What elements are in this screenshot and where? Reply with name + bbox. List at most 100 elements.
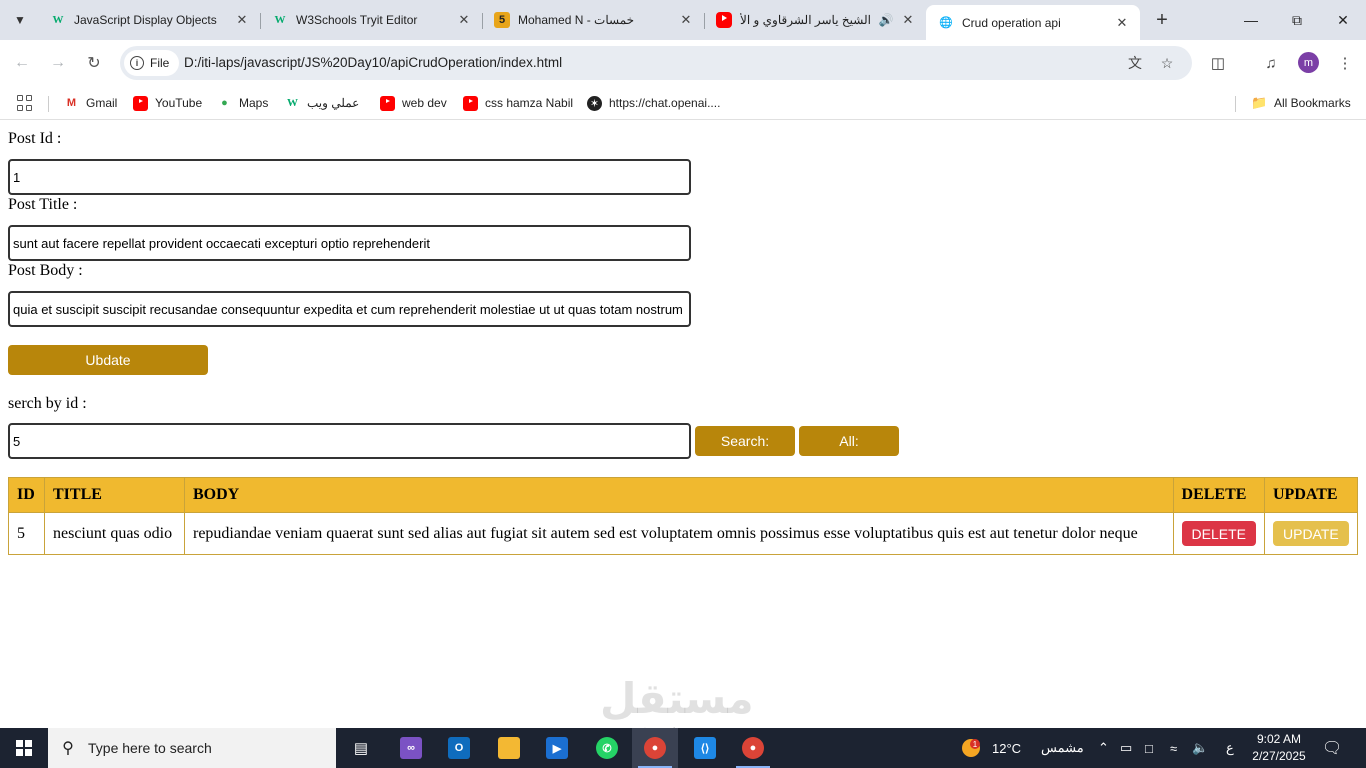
clock-date: 2/27/2025 <box>1252 749 1306 763</box>
taskbar-outlook[interactable]: O <box>436 728 482 768</box>
taskbar-search-box[interactable]: ⚲ Type here to search <box>48 728 336 768</box>
update-post-button[interactable]: Ubdate <box>8 345 208 375</box>
youtube-icon <box>380 95 395 111</box>
close-icon[interactable]: ✕ <box>1114 15 1130 31</box>
url-text[interactable]: D:/iti-laps/javascript/JS%20Day10/apiCru… <box>184 55 562 70</box>
youtube-icon <box>133 95 148 111</box>
bookmark-label: عملي ويب <box>307 96 360 110</box>
media-player-icon: ▶ <box>546 737 568 759</box>
search-id-input[interactable]: 5 <box>8 423 691 459</box>
extensions-icon[interactable]: ◫ <box>1207 52 1229 74</box>
taskbar-whatsapp[interactable]: ✆ <box>584 728 630 768</box>
bookmark-gmail[interactable]: M Gmail <box>64 94 117 112</box>
info-icon: i <box>130 56 144 70</box>
notification-icon[interactable]: 🗨 <box>1322 728 1342 768</box>
meet-now-icon[interactable]: □ <box>1145 728 1153 768</box>
task-view-icon: ▤ <box>353 740 369 757</box>
maps-pin-icon: ● <box>221 97 228 109</box>
post-body-label: Post Body : <box>8 262 83 279</box>
close-icon[interactable]: ✕ <box>456 12 472 28</box>
update-row-button[interactable]: UPDATE <box>1273 521 1349 546</box>
chevron-down-icon: ▼ <box>14 13 26 27</box>
bookmark-css-hamza-nabil[interactable]: css hamza Nabil <box>463 94 573 112</box>
chrome-icon: ● <box>644 737 666 759</box>
tab-title: Crud operation api <box>962 15 1061 30</box>
avatar[interactable]: m <box>1298 52 1319 73</box>
translate-icon[interactable]: 文 <box>1126 54 1144 72</box>
bookmark-amali-web[interactable]: W عملي ويب <box>285 94 359 112</box>
openai-icon: ✶ <box>587 95 602 111</box>
system-clock[interactable]: 9:02 AM 2/27/2025 <box>1248 731 1310 765</box>
bookmark-web-dev[interactable]: web dev <box>380 94 447 112</box>
post-id-label: Post Id : <box>8 130 62 147</box>
task-view-button[interactable]: ▤ <box>338 728 384 768</box>
apps-grid-icon[interactable] <box>17 95 33 111</box>
close-icon[interactable]: ✕ <box>234 12 250 28</box>
whatsapp-icon: ✆ <box>596 737 618 759</box>
back-button[interactable]: ← <box>10 51 34 75</box>
address-bar[interactable]: i File D:/iti-laps/javascript/JS%20Day10… <box>120 46 1192 80</box>
post-title-label: Post Title : <box>8 196 78 213</box>
taskbar-chrome[interactable]: ● <box>632 728 678 768</box>
new-tab-button[interactable]: + <box>1150 8 1174 32</box>
bookmark-maps[interactable]: ● Maps <box>217 94 268 112</box>
weather-widget[interactable]: 1 12°C مشمس <box>962 728 1084 768</box>
close-icon[interactable]: ✕ <box>678 12 694 28</box>
tab-youtube-video[interactable]: الشيخ ياسر الشرقاوي و الأ 🔊 ✕ <box>704 5 926 35</box>
taskbar-search-placeholder: Type here to search <box>88 740 212 756</box>
close-icon[interactable]: ✕ <box>900 12 916 28</box>
bookmark-chatgpt[interactable]: ✶ https://chat.openai.... <box>587 94 720 112</box>
tab-crud-operation-api[interactable]: 🌐 Crud operation api ✕ <box>926 5 1140 40</box>
search-button[interactable]: Search: <box>695 426 795 456</box>
page-content: Post Id : 1 Post Title : sunt aut facere… <box>0 121 1366 743</box>
start-button[interactable] <box>0 728 48 768</box>
tab-javascript-display-objects[interactable]: W JavaScript Display Objects ✕ <box>38 5 261 35</box>
battery-icon[interactable]: ▭ <box>1120 728 1132 768</box>
forward-button[interactable]: → <box>46 51 70 75</box>
post-body-input[interactable]: quia et suscipit suscipit recusandae con… <box>8 291 691 327</box>
site-info-chip[interactable]: i File <box>124 50 180 76</box>
bookmark-label: css hamza Nabil <box>485 96 574 110</box>
weather-text: مشمس <box>1041 740 1084 755</box>
taskbar-media-player[interactable]: ▶ <box>534 728 580 768</box>
post-id-input[interactable]: 1 <box>8 159 691 195</box>
minimize-button[interactable]: — <box>1228 0 1274 40</box>
post-title-input[interactable]: sunt aut facere repellat provident occae… <box>8 225 691 261</box>
all-bookmarks-button[interactable]: 📁 All Bookmarks <box>1251 94 1350 112</box>
taskbar-vscode[interactable]: ⟨⟩ <box>682 728 728 768</box>
volume-icon[interactable]: 🔈 <box>1192 728 1208 768</box>
tab-title: الشيخ ياسر الشرقاوي و الأ <box>740 13 871 27</box>
wifi-icon[interactable]: ≈ <box>1170 728 1177 768</box>
tab-khamsat[interactable]: 5 Mohamed N - خمسات ✕ <box>482 5 705 35</box>
khamsat-icon: 5 <box>494 12 510 28</box>
tab-search-button[interactable]: ▼ <box>6 6 34 34</box>
media-control-icon[interactable]: ♫ <box>1260 52 1282 74</box>
posts-table: ID TITLE BODY DELETE UPDATE 5 nesciunt q… <box>8 477 1358 555</box>
taskbar-file-explorer[interactable] <box>486 728 532 768</box>
folder-icon <box>498 737 520 759</box>
w3schools-icon: W <box>287 97 298 109</box>
input-language[interactable]: ع <box>1226 728 1234 768</box>
windows-logo-icon <box>16 740 32 756</box>
hidden-icons-button[interactable]: ⌃ <box>1098 728 1109 768</box>
restore-button[interactable]: ⧉ <box>1274 0 1320 40</box>
all-posts-button[interactable]: All: <box>799 426 899 456</box>
folder-icon: 📁 <box>1251 95 1268 110</box>
youtube-icon <box>716 12 732 28</box>
speaker-icon[interactable]: 🔊 <box>878 12 894 28</box>
window-close-button[interactable]: ✕ <box>1320 0 1366 40</box>
header-delete: DELETE <box>1172 477 1266 513</box>
menu-icon[interactable]: ⋮ <box>1334 52 1356 74</box>
w3schools-icon: W <box>274 14 286 26</box>
header-update: UPDATE <box>1264 477 1358 513</box>
vscode-icon: ⟨⟩ <box>694 737 716 759</box>
bookmark-star-icon[interactable]: ☆ <box>1158 54 1176 72</box>
delete-row-button[interactable]: DELETE <box>1181 521 1256 546</box>
taskbar-chrome-2[interactable]: ● <box>730 728 776 768</box>
reload-button[interactable]: ↻ <box>82 51 106 75</box>
bookmark-youtube[interactable]: YouTube <box>133 94 202 112</box>
tab-w3schools-tryit-editor[interactable]: W W3Schools Tryit Editor ✕ <box>260 5 483 35</box>
header-title: TITLE <box>44 477 185 513</box>
taskbar-visual-studio[interactable]: ∞ <box>388 728 434 768</box>
tab-title: JavaScript Display Objects <box>74 13 217 27</box>
